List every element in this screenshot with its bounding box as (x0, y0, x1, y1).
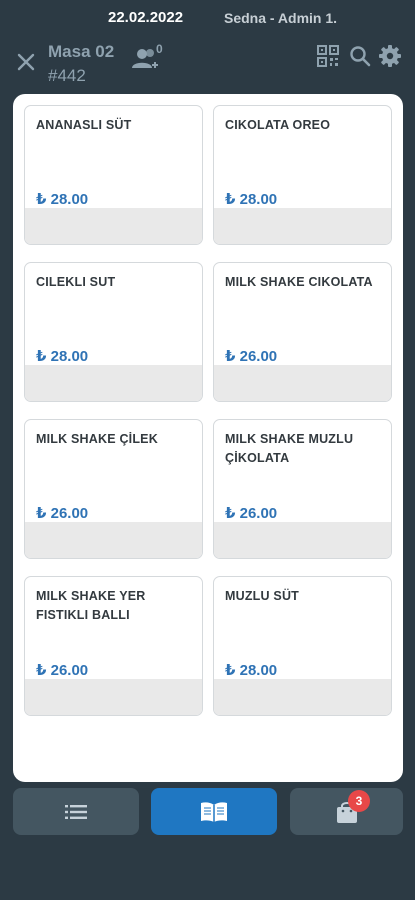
product-price: ₺ 26.00 (225, 348, 278, 365)
product-card-footer (25, 522, 202, 558)
guest-count: 0 (156, 42, 163, 56)
gear-icon (379, 45, 401, 67)
cart-count-badge: 3 (348, 790, 370, 812)
close-icon (17, 53, 35, 71)
product-card[interactable]: CILEKLI SUT ₺ 28.00 (24, 262, 203, 402)
close-button[interactable] (14, 50, 38, 74)
product-card-footer (25, 365, 202, 401)
product-price: ₺ 28.00 (225, 662, 278, 679)
product-card-footer (214, 208, 391, 244)
product-card[interactable]: CIKOLATA OREO ₺ 28.00 (213, 105, 392, 245)
product-card-footer (214, 365, 391, 401)
product-price: ₺ 28.00 (225, 191, 278, 208)
product-card-footer (214, 522, 391, 558)
product-name: MILK SHAKE YER FISTIKLI BALLI (36, 589, 146, 622)
product-card[interactable]: MILK SHAKE YER FISTIKLI BALLI ₺ 26.00 (24, 576, 203, 716)
product-name: CIKOLATA OREO (225, 118, 331, 132)
product-card-footer (25, 679, 202, 715)
qr-code-icon (317, 45, 339, 67)
settings-button[interactable] (378, 44, 402, 68)
product-price: ₺ 28.00 (36, 348, 89, 365)
table-name: Masa 02 (48, 42, 115, 61)
search-icon (350, 46, 371, 67)
product-card[interactable]: MILK SHAKE ÇİLEK ₺ 26.00 (24, 419, 203, 559)
product-price: ₺ 26.00 (36, 662, 89, 679)
status-bar: 22.02.2022 Sedna - Admin 1. (0, 0, 415, 36)
product-name: MILK SHAKE CIKOLATA (225, 275, 373, 289)
order-number: #442 (48, 66, 86, 85)
product-grid: ANANASLI SÜT ₺ 28.00 CIKOLATA OREO ₺ 28.… (24, 105, 392, 716)
product-card[interactable]: ANANASLI SÜT ₺ 28.00 (24, 105, 203, 245)
search-button[interactable] (348, 44, 372, 68)
nav-list-button[interactable] (13, 788, 139, 835)
product-name: MILK SHAKE ÇİLEK (36, 432, 158, 446)
product-price: ₺ 28.00 (36, 191, 89, 208)
product-name: MUZLU SÜT (225, 589, 300, 603)
header: Masa 02 #442 0 (0, 36, 415, 90)
status-user: Sedna - Admin 1. (224, 10, 338, 26)
list-icon (65, 804, 87, 819)
nav-menu-button[interactable] (151, 788, 277, 835)
nav-cart-button[interactable] (290, 788, 403, 835)
product-name: CILEKLI SUT (36, 275, 116, 289)
product-card-footer (25, 208, 202, 244)
status-date: 22.02.2022 (108, 9, 184, 26)
product-card-footer (214, 679, 391, 715)
book-open-icon (201, 801, 227, 822)
product-card[interactable]: MUZLU SÜT ₺ 28.00 (213, 576, 392, 716)
product-name: ANANASLI SÜT (36, 118, 132, 132)
product-card[interactable]: MILK SHAKE CIKOLATA ₺ 26.00 (213, 262, 392, 402)
product-panel: ANANASLI SÜT ₺ 28.00 CIKOLATA OREO ₺ 28.… (13, 94, 403, 782)
product-price: ₺ 26.00 (36, 505, 89, 522)
product-price: ₺ 26.00 (225, 505, 278, 522)
product-name: MILK SHAKE MUZLU ÇİKOLATA (225, 432, 354, 465)
product-card[interactable]: MILK SHAKE MUZLU ÇİKOLATA ₺ 26.00 (213, 419, 392, 559)
guests-button[interactable]: 0 (130, 42, 170, 74)
qr-button[interactable] (316, 44, 340, 68)
